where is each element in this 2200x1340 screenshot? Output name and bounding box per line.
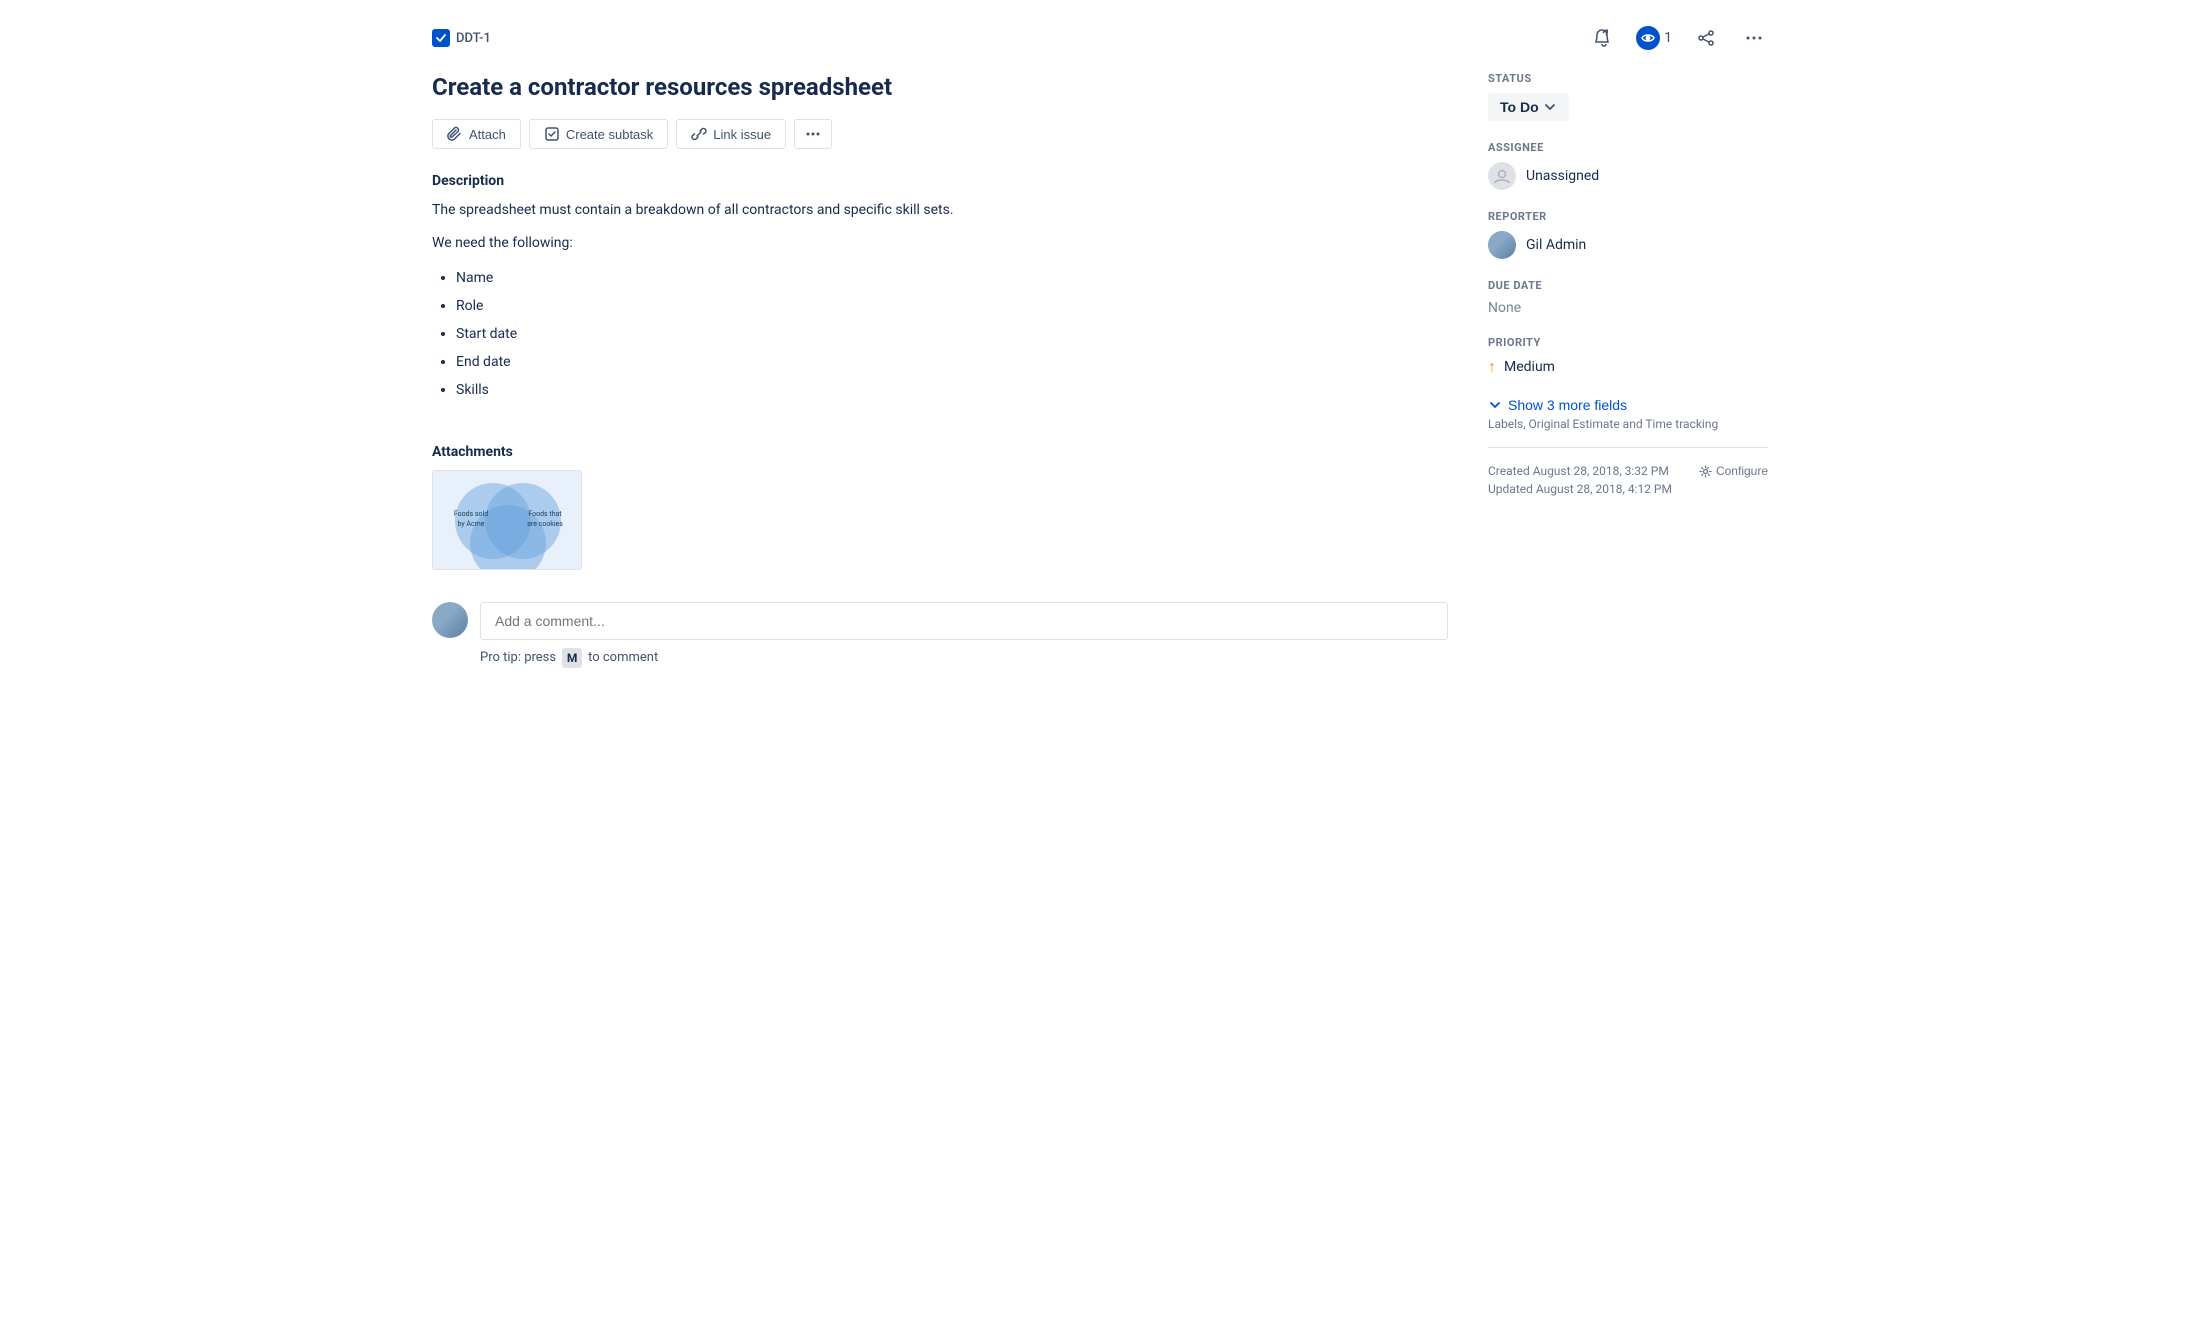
divider bbox=[1488, 447, 1768, 448]
priority-field: PRIORITY ↑ Medium bbox=[1488, 336, 1768, 377]
left-column: Create a contractor resources spreadshee… bbox=[432, 72, 1448, 668]
watch-icon[interactable] bbox=[1636, 26, 1660, 50]
link-issue-button[interactable]: Link issue bbox=[676, 119, 786, 149]
watch-count: 1 bbox=[1664, 30, 1672, 46]
top-bar: DDT-1 1 bbox=[432, 24, 1768, 52]
assignee-avatar bbox=[1488, 162, 1516, 190]
issue-type-icon bbox=[432, 29, 450, 47]
due-date-value[interactable]: None bbox=[1488, 300, 1521, 316]
status-dropdown[interactable]: To Do bbox=[1488, 93, 1569, 121]
list-item: Role bbox=[456, 292, 1448, 320]
attachment-preview[interactable]: Foods sold by Acme Foods that are cookie… bbox=[432, 470, 582, 570]
description-section: Description The spreadsheet must contain… bbox=[432, 173, 1448, 404]
top-actions: 1 bbox=[1588, 24, 1768, 52]
action-bar: Attach Create subtask Link issue bbox=[432, 119, 1448, 149]
pro-tip: Pro tip: press M to comment bbox=[480, 648, 1448, 668]
configure-button[interactable]: Configure bbox=[1699, 464, 1768, 478]
priority-label: PRIORITY bbox=[1488, 336, 1768, 349]
description-paragraph2: We need the following: bbox=[432, 232, 1448, 254]
key-badge: M bbox=[562, 648, 582, 668]
reporter-field: REPORTER Gil Admin bbox=[1488, 210, 1768, 259]
share-button[interactable] bbox=[1692, 24, 1720, 52]
more-actions-button[interactable] bbox=[794, 119, 832, 149]
svg-text:are cookies: are cookies bbox=[527, 520, 563, 528]
meta-updated-row: Updated August 28, 2018, 4:12 PM bbox=[1488, 482, 1768, 496]
right-column: STATUS To Do ASSIGNEE bbox=[1488, 72, 1768, 668]
due-date-field: DUE DATE None bbox=[1488, 279, 1768, 316]
priority-icon: ↑ bbox=[1488, 357, 1496, 377]
svg-text:Foods sold: Foods sold bbox=[454, 510, 488, 518]
meta-created-row: Created August 28, 2018, 3:32 PM Configu… bbox=[1488, 464, 1768, 478]
show-more-fields-sublabel: Labels, Original Estimate and Time track… bbox=[1488, 417, 1768, 431]
svg-text:by Acme: by Acme bbox=[457, 520, 484, 528]
status-label: STATUS bbox=[1488, 72, 1768, 85]
reporter-label: REPORTER bbox=[1488, 210, 1768, 223]
attachments-title: Attachments bbox=[432, 444, 1448, 460]
issue-title: Create a contractor resources spreadshee… bbox=[432, 72, 1448, 103]
list-item: Name bbox=[456, 264, 1448, 292]
notify-button[interactable] bbox=[1588, 24, 1616, 52]
attach-button[interactable]: Attach bbox=[432, 119, 521, 149]
description-title: Description bbox=[432, 173, 1448, 189]
reporter-name: Gil Admin bbox=[1526, 237, 1586, 253]
meta-updated: Updated August 28, 2018, 4:12 PM bbox=[1488, 482, 1672, 496]
list-item: End date bbox=[456, 348, 1448, 376]
comment-input[interactable] bbox=[480, 602, 1448, 640]
comment-section bbox=[432, 602, 1448, 640]
attachments-section: Attachments Foods sold by Acme Foods tha… bbox=[432, 444, 1448, 570]
assignee-field: ASSIGNEE Unassigned bbox=[1488, 141, 1768, 190]
due-date-label: DUE DATE bbox=[1488, 279, 1768, 292]
reporter-row[interactable]: Gil Admin bbox=[1488, 231, 1768, 259]
breadcrumb: DDT-1 bbox=[432, 29, 491, 47]
priority-value: Medium bbox=[1504, 359, 1555, 375]
reporter-avatar bbox=[1488, 231, 1516, 259]
priority-row[interactable]: ↑ Medium bbox=[1488, 357, 1768, 377]
assignee-name: Unassigned bbox=[1526, 168, 1599, 184]
meta-created: Created August 28, 2018, 3:32 PM bbox=[1488, 464, 1669, 478]
more-options-button[interactable] bbox=[1740, 24, 1768, 52]
assignee-row[interactable]: Unassigned bbox=[1488, 162, 1768, 190]
status-field: STATUS To Do bbox=[1488, 72, 1768, 121]
show-more-fields-button[interactable]: Show 3 more fields bbox=[1488, 397, 1627, 413]
watch-section: 1 bbox=[1636, 26, 1672, 50]
issue-id[interactable]: DDT-1 bbox=[456, 31, 491, 46]
user-avatar bbox=[432, 602, 468, 638]
create-subtask-button[interactable]: Create subtask bbox=[529, 119, 668, 149]
main-layout: Create a contractor resources spreadshee… bbox=[432, 72, 1768, 668]
svg-text:Foods that: Foods that bbox=[528, 510, 562, 518]
list-item: Start date bbox=[456, 320, 1448, 348]
description-list: Name Role Start date End date Skills bbox=[432, 264, 1448, 404]
assignee-label: ASSIGNEE bbox=[1488, 141, 1768, 154]
description-paragraph1: The spreadsheet must contain a breakdown… bbox=[432, 199, 1448, 221]
list-item: Skills bbox=[456, 376, 1448, 404]
